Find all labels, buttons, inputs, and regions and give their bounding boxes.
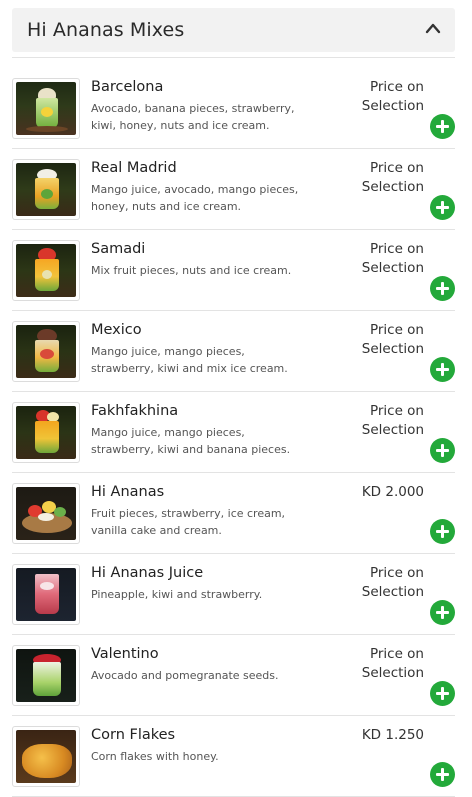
add-button[interactable] <box>430 762 455 787</box>
item-image <box>12 564 80 625</box>
item-image <box>12 645 80 706</box>
menu-item-list: Barcelona Avocado, banana pieces, strawb… <box>12 68 455 797</box>
item-name: Samadi <box>91 241 146 257</box>
item-description: Corn flakes with honey. <box>91 750 219 763</box>
menu-item[interactable]: Fakhfakhina Mango juice, mango pieces, s… <box>12 392 455 473</box>
item-price: Price on Selection <box>361 79 424 114</box>
item-price: KD 2.000 <box>361 484 424 500</box>
item-name: Corn Flakes <box>91 727 176 743</box>
item-description: Avocado and pomegranate seeds. <box>91 669 279 682</box>
item-description: Avocado, banana pieces, strawberry, kiwi… <box>91 102 295 132</box>
item-name: Hi Ananas Juice <box>91 565 204 581</box>
item-price: Price on Selection <box>361 646 424 681</box>
add-button[interactable] <box>430 600 455 625</box>
menu-item[interactable]: Mexico Mango juice, mango pieces, strawb… <box>12 311 455 392</box>
item-name: Real Madrid <box>91 160 177 176</box>
menu-item[interactable]: Barcelona Avocado, banana pieces, strawb… <box>12 68 455 149</box>
item-image <box>12 321 80 382</box>
header-divider <box>12 57 455 58</box>
item-price: Price on Selection <box>361 565 424 600</box>
add-button[interactable] <box>430 195 455 220</box>
section-header[interactable]: Hi Ananas Mixes <box>12 8 455 52</box>
item-image <box>12 159 80 220</box>
item-name: Barcelona <box>91 79 164 95</box>
item-image <box>12 240 80 301</box>
add-button[interactable] <box>430 438 455 463</box>
add-button[interactable] <box>430 114 455 139</box>
item-name: Hi Ananas <box>91 484 165 500</box>
add-button[interactable] <box>430 519 455 544</box>
item-description: Mango juice, avocado, mango pieces, hone… <box>91 183 299 213</box>
menu-item[interactable]: Hi Ananas Fruit pieces, strawberry, ice … <box>12 473 455 554</box>
item-image <box>12 483 80 544</box>
menu-item[interactable]: Hi Ananas Juice Pineapple, kiwi and stra… <box>12 554 455 635</box>
item-name: Mexico <box>91 322 142 338</box>
item-description: Fruit pieces, strawberry, ice cream, van… <box>91 507 286 537</box>
item-price: Price on Selection <box>361 160 424 195</box>
item-price: Price on Selection <box>361 322 424 357</box>
item-description: Pineapple, kiwi and strawberry. <box>91 588 263 601</box>
item-image <box>12 402 80 463</box>
add-button[interactable] <box>430 681 455 706</box>
item-image <box>12 78 80 139</box>
item-name: Valentino <box>91 646 159 662</box>
item-description: Mango juice, mango pieces, strawberry, k… <box>91 426 291 456</box>
menu-item[interactable]: Valentino Avocado and pomegranate seeds.… <box>12 635 455 716</box>
item-price: Price on Selection <box>361 241 424 276</box>
menu-item[interactable]: Real Madrid Mango juice, avocado, mango … <box>12 149 455 230</box>
chevron-up-icon[interactable] <box>425 22 441 34</box>
item-description: Mango juice, mango pieces, strawberry, k… <box>91 345 288 375</box>
item-price: KD 1.250 <box>361 727 424 743</box>
item-name: Fakhfakhina <box>91 403 179 419</box>
menu-item[interactable]: Samadi Mix fruit pieces, nuts and ice cr… <box>12 230 455 311</box>
add-button[interactable] <box>430 357 455 382</box>
add-button[interactable] <box>430 276 455 301</box>
menu-item[interactable]: Corn Flakes Corn flakes with honey. KD 1… <box>12 716 455 797</box>
section-title: Hi Ananas Mixes <box>27 19 185 41</box>
item-image <box>12 726 80 787</box>
item-price: Price on Selection <box>361 403 424 438</box>
item-description: Mix fruit pieces, nuts and ice cream. <box>91 264 292 277</box>
